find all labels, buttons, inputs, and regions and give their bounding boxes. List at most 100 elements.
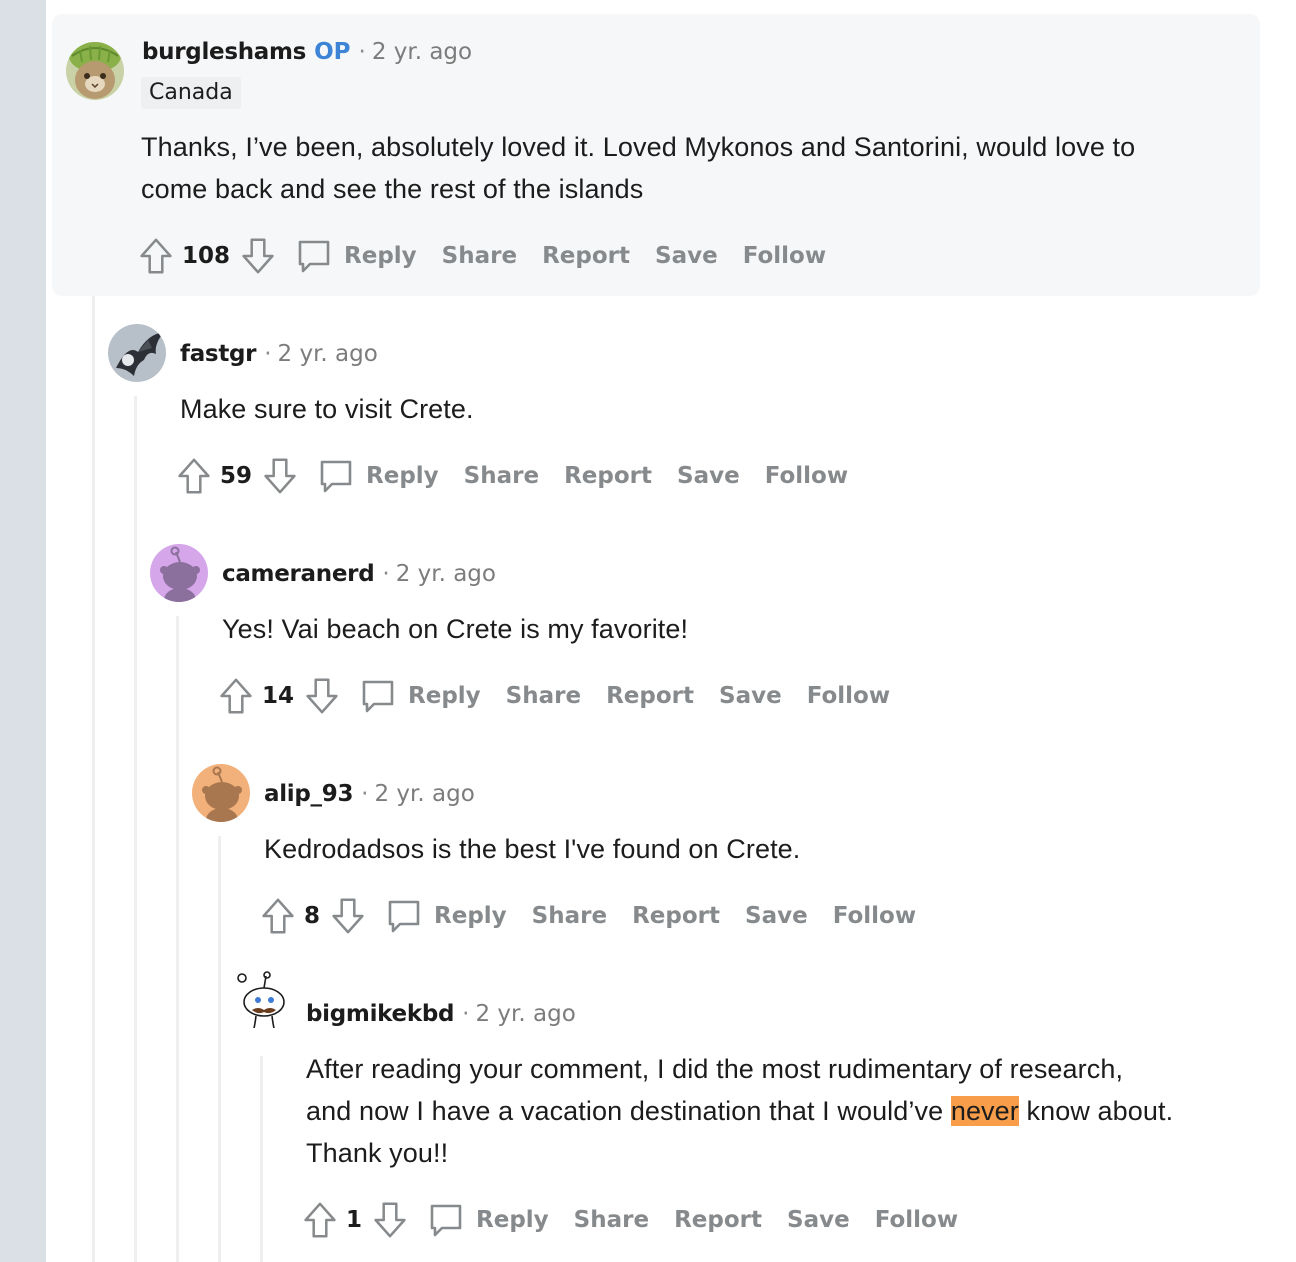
share-button[interactable]: Share [574, 1207, 649, 1233]
comment-bubble-icon[interactable] [292, 234, 336, 278]
comment-action-bar: 1 Reply Share Report Save Follow [300, 1198, 969, 1242]
comment-action-bar: 59 Reply Share Report Save Follow [174, 454, 859, 498]
comment-body: Make sure to visit Crete. [180, 388, 474, 430]
comment-body: Thanks, I’ve been, absolutely loved it. … [141, 126, 1135, 210]
follow-button[interactable]: Follow [875, 1207, 958, 1233]
share-button[interactable]: Share [532, 903, 607, 929]
vote-score: 1 [346, 1207, 363, 1233]
downvote-icon[interactable] [370, 1198, 410, 1242]
snoo-purple-avatar-icon [150, 544, 208, 602]
meta-separator: · [382, 561, 390, 587]
comment-bubble-icon[interactable] [382, 894, 426, 938]
username-link[interactable]: bigmikekbd [306, 1001, 454, 1027]
thread-line-level-5[interactable] [260, 1056, 263, 1262]
comment-body-line: Thank you!! [306, 1138, 449, 1168]
comment-timestamp[interactable]: 2 yr. ago [374, 781, 474, 807]
upvote-icon[interactable] [136, 234, 176, 278]
op-badge: OP [314, 39, 351, 65]
user-avatar[interactable] [66, 42, 124, 100]
comment-bubble-icon[interactable] [356, 674, 400, 718]
meta-separator: · [264, 341, 272, 367]
comment-action-bar: 8 Reply Share Report Save Follow [258, 894, 927, 938]
upvote-icon[interactable] [258, 894, 298, 938]
reply-button[interactable]: Reply [366, 463, 439, 489]
comment-timestamp[interactable]: 2 yr. ago [372, 39, 472, 65]
username-link[interactable]: alip_93 [264, 781, 353, 807]
save-button[interactable]: Save [787, 1207, 850, 1233]
downvote-icon[interactable] [238, 234, 278, 278]
user-avatar[interactable] [150, 544, 208, 602]
comment-body-line: Yes! Vai beach on Crete is my favorite! [222, 614, 689, 644]
snoo-orange-avatar-icon [192, 764, 250, 822]
meta-separator: · [358, 39, 366, 65]
share-button[interactable]: Share [506, 683, 581, 709]
comment-body-line: and now I have a vacation destination th… [306, 1090, 1173, 1132]
comment-meta: alip_93 · 2 yr. ago [264, 780, 475, 808]
reply-button[interactable]: Reply [344, 243, 417, 269]
reply-button[interactable]: Reply [408, 683, 481, 709]
vote-score: 8 [304, 903, 321, 929]
share-button[interactable]: Share [464, 463, 539, 489]
downvote-icon[interactable] [328, 894, 368, 938]
comment-meta: fastgr · 2 yr. ago [180, 340, 378, 368]
melon-cat-avatar-icon [66, 42, 124, 100]
follow-button[interactable]: Follow [833, 903, 916, 929]
username-link[interactable]: burgleshams [142, 39, 306, 65]
save-button[interactable]: Save [745, 903, 808, 929]
vote-score: 14 [262, 683, 295, 709]
comment-timestamp[interactable]: 2 yr. ago [475, 1001, 575, 1027]
comment-body: After reading your comment, I did the mo… [306, 1048, 1173, 1174]
save-button[interactable]: Save [655, 243, 718, 269]
username-link[interactable]: fastgr [180, 341, 257, 367]
follow-button[interactable]: Follow [743, 243, 826, 269]
meta-separator: · [462, 1001, 470, 1027]
search-highlight: never [950, 1096, 1019, 1126]
dragon-avatar-icon [108, 324, 166, 382]
comment-body: Kedrodadsos is the best I've found on Cr… [264, 828, 800, 870]
share-button[interactable]: Share [442, 243, 517, 269]
upvote-icon[interactable] [300, 1198, 340, 1242]
downvote-icon[interactable] [260, 454, 300, 498]
comment-action-bar: 14 Reply Share Report Save Follow [216, 674, 901, 718]
comment-body-line: come back and see the rest of the island… [141, 174, 644, 204]
comment-body-line: After reading your comment, I did the mo… [306, 1054, 1124, 1084]
report-button[interactable]: Report [632, 903, 720, 929]
comment-body-line: Make sure to visit Crete. [180, 394, 474, 424]
upvote-icon[interactable] [216, 674, 256, 718]
save-button[interactable]: Save [719, 683, 782, 709]
user-avatar[interactable] [234, 970, 292, 1028]
follow-button[interactable]: Follow [807, 683, 890, 709]
report-button[interactable]: Report [564, 463, 652, 489]
downvote-icon[interactable] [302, 674, 342, 718]
comment-bubble-icon[interactable] [314, 454, 358, 498]
comment-timestamp[interactable]: 2 yr. ago [396, 561, 496, 587]
comment-meta: burgleshams OP · 2 yr. ago [142, 38, 472, 66]
vote-score: 108 [182, 243, 231, 269]
report-button[interactable]: Report [606, 683, 694, 709]
comment-meta: bigmikekbd · 2 yr. ago [306, 1000, 576, 1028]
comment-body-line: Kedrodadsos is the best I've found on Cr… [264, 834, 801, 864]
user-avatar[interactable] [192, 764, 250, 822]
thread-line-level-3[interactable] [176, 616, 179, 1262]
username-link[interactable]: cameranerd [222, 561, 375, 587]
user-avatar[interactable] [108, 324, 166, 382]
comment-meta: cameranerd · 2 yr. ago [222, 560, 496, 588]
page-left-rail [0, 0, 46, 1262]
snoo-mustache-avatar-icon [234, 970, 292, 1028]
comment-action-bar: 108 Reply Share Report Save Follow [136, 234, 837, 278]
comment-timestamp[interactable]: 2 yr. ago [278, 341, 378, 367]
reply-button[interactable]: Reply [476, 1207, 549, 1233]
thread-line-level-4[interactable] [218, 836, 221, 1262]
thread-line-level-2[interactable] [134, 396, 137, 1262]
report-button[interactable]: Report [674, 1207, 762, 1233]
user-flair: Canada [141, 77, 241, 109]
report-button[interactable]: Report [542, 243, 630, 269]
comment-body-text: know about. [1026, 1096, 1174, 1126]
upvote-icon[interactable] [174, 454, 214, 498]
comment-bubble-icon[interactable] [424, 1198, 468, 1242]
follow-button[interactable]: Follow [765, 463, 848, 489]
comment-body: Yes! Vai beach on Crete is my favorite! [222, 608, 688, 650]
comment-body-text: and now I have a vacation destination th… [306, 1096, 944, 1126]
reply-button[interactable]: Reply [434, 903, 507, 929]
save-button[interactable]: Save [677, 463, 740, 489]
